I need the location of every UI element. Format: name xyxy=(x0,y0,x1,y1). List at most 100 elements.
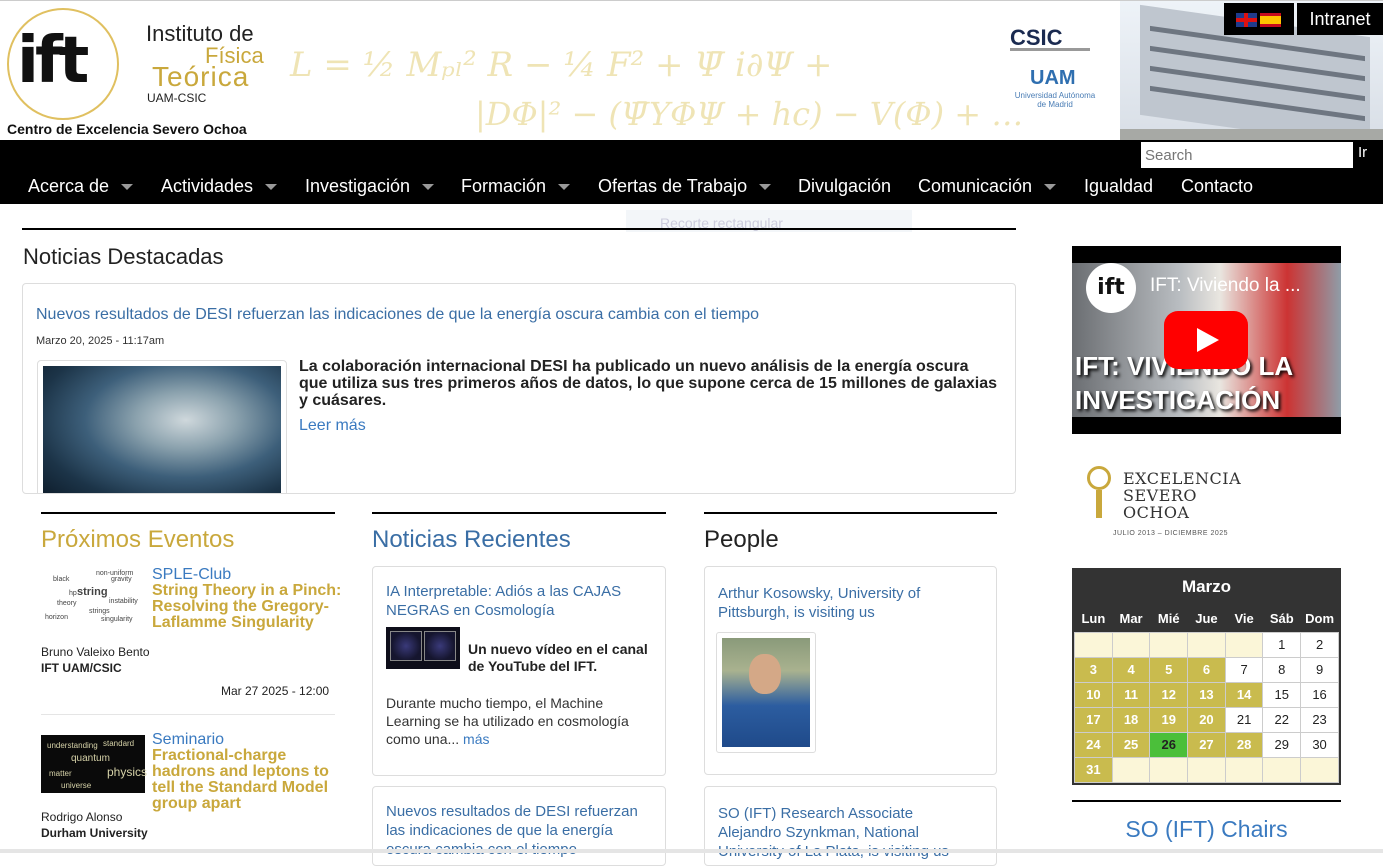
calendar-day[interactable]: 30 xyxy=(1300,731,1339,758)
severo-ochoa-seal-icon xyxy=(1085,464,1113,526)
upcoming-events-heading: Próximos Eventos xyxy=(41,526,235,553)
wordcloud-word: understanding xyxy=(47,741,98,750)
intranet-link[interactable]: Intranet xyxy=(1297,3,1383,35)
spain-flag-icon[interactable] xyxy=(1260,13,1281,27)
calendar-day[interactable]: 3 xyxy=(1074,656,1113,683)
calendar-day[interactable]: 2 xyxy=(1300,631,1339,658)
calendar-day[interactable]: 22 xyxy=(1262,706,1302,733)
nav-item-contacto[interactable]: Contacto xyxy=(1181,176,1253,197)
news-more-link[interactable]: más xyxy=(463,731,489,747)
calendar-day[interactable]: 16 xyxy=(1300,681,1339,708)
events-calendar: Marzo Lun Mar Mié Jue Vie Sáb Dom 1 2 3 4 5 6 7 8 9 10 1… xyxy=(1072,568,1341,785)
caret-down-icon xyxy=(265,184,278,191)
featured-news-image[interactable] xyxy=(37,360,287,493)
event-wordcloud-image[interactable]: understanding quantum physics matter uni… xyxy=(41,735,148,793)
wordcloud-word: universe xyxy=(61,781,92,790)
calendar-day[interactable]: 17 xyxy=(1074,706,1113,733)
person-photo[interactable] xyxy=(716,632,816,753)
wordcloud-word: standard xyxy=(103,739,135,748)
calendar-day[interactable]: 25 xyxy=(1111,731,1151,758)
calendar-day[interactable]: 13 xyxy=(1187,681,1226,708)
calendar-week: 17 18 19 20 21 22 23 xyxy=(1074,706,1339,733)
uam-logo[interactable]: UAM xyxy=(1030,67,1076,90)
nav-item-acerca-de[interactable]: Acerca de xyxy=(28,176,134,197)
calendar-day[interactable]: 4 xyxy=(1111,656,1151,683)
so-logo-line: EXCELENCIA xyxy=(1123,469,1242,488)
calendar-day[interactable]: 8 xyxy=(1262,656,1302,683)
calendar-weekday: Mar xyxy=(1119,611,1143,627)
read-more-link[interactable]: Leer más xyxy=(299,417,366,435)
nav-item-ofertas-de-trabajo[interactable]: Ofertas de Trabajo xyxy=(598,176,772,197)
thumbnail-panel xyxy=(390,631,422,661)
nav-item-label: Ofertas de Trabajo xyxy=(598,176,748,196)
calendar-day[interactable]: 18 xyxy=(1111,706,1151,733)
csic-logo-subline xyxy=(1010,48,1090,51)
calendar-day[interactable]: 27 xyxy=(1187,731,1226,758)
featured-news-title[interactable]: Nuevos resultados de DESI refuerzan las … xyxy=(36,306,759,324)
calendar-empty-cell xyxy=(1187,756,1226,783)
severo-ochoa-dates: JULIO 2013 – DICIEMBRE 2025 xyxy=(1113,530,1229,537)
calendar-day[interactable]: 28 xyxy=(1224,731,1264,758)
youtube-video-embed[interactable]: ift IFT: Viviendo la ... IFT: VIVIENDO L… xyxy=(1072,246,1341,434)
so-chairs-heading[interactable]: SO (IFT) Chairs xyxy=(1072,816,1341,843)
nav-item-igualdad[interactable]: Igualdad xyxy=(1084,176,1153,197)
play-button-icon[interactable] xyxy=(1164,311,1248,369)
calendar-day[interactable]: 1 xyxy=(1262,631,1302,658)
nav-item-formacion[interactable]: Formación xyxy=(461,176,571,197)
language-switcher xyxy=(1224,3,1294,35)
calendar-day[interactable]: 21 xyxy=(1224,706,1264,733)
calendar-day[interactable]: 10 xyxy=(1074,681,1113,708)
featured-news-heading: Noticias Destacadas xyxy=(23,244,224,269)
calendar-empty-cell xyxy=(1074,631,1113,658)
news-title-link[interactable]: IA Interpretable: Adiós a las CAJAS NEGR… xyxy=(386,582,646,620)
calendar-day[interactable]: 15 xyxy=(1262,681,1302,708)
calendar-day[interactable]: 23 xyxy=(1300,706,1339,733)
calendar-weekday: Vie xyxy=(1234,611,1254,627)
search-input[interactable] xyxy=(1141,142,1353,168)
calendar-weekday: Mié xyxy=(1157,611,1180,627)
people-title-link[interactable]: Arthur Kosowsky, University of Pittsburg… xyxy=(718,584,978,622)
nav-item-investigacion[interactable]: Investigación xyxy=(305,176,435,197)
nav-item-divulgacion[interactable]: Divulgación xyxy=(798,176,891,197)
recent-news-heading: Noticias Recientes xyxy=(372,526,571,553)
wordcloud-word: physics xyxy=(107,765,148,779)
wordcloud-word: instability xyxy=(109,598,138,605)
so-logo-line: SEVERO xyxy=(1123,486,1198,505)
calendar-day[interactable]: 31 xyxy=(1074,756,1113,783)
calendar-day[interactable]: 6 xyxy=(1187,656,1226,683)
wordcloud-word: singularity xyxy=(101,616,133,623)
news-body: Durante mucho tiempo, el Machine Learnin… xyxy=(386,694,656,748)
calendar-day[interactable]: 14 xyxy=(1224,681,1264,708)
wordcloud-word: string xyxy=(77,586,108,598)
event-title-link[interactable]: String Theory in a Pinch: Resolving the … xyxy=(152,583,342,631)
calendar-day[interactable]: 20 xyxy=(1187,706,1226,733)
calendar-month-title: Marzo xyxy=(1181,577,1232,596)
news-thumbnail[interactable] xyxy=(386,627,460,669)
featured-news-date: Marzo 20, 2025 - 11:17am xyxy=(36,335,165,347)
caret-down-icon xyxy=(1044,184,1057,191)
calendar-empty-cell xyxy=(1224,756,1264,783)
nav-item-actividades[interactable]: Actividades xyxy=(161,176,278,197)
calendar-day[interactable]: 7 xyxy=(1224,656,1264,683)
calendar-weekday: Sáb xyxy=(1269,611,1294,627)
section-divider xyxy=(22,228,1016,230)
event-title-link[interactable]: Fractional-charge hadrons and leptons to… xyxy=(152,748,342,812)
calendar-day[interactable]: 26 xyxy=(1149,731,1189,758)
severo-ochoa-logo[interactable]: EXCELENCIA SEVERO OCHOA JULIO 2013 – DIC… xyxy=(1085,462,1245,542)
featured-news-summary: La colaboración internacional DESI ha pu… xyxy=(299,358,998,409)
calendar-day[interactable]: 5 xyxy=(1149,656,1189,683)
wordcloud-word: theory xyxy=(57,600,77,607)
calendar-day[interactable]: 9 xyxy=(1300,656,1339,683)
ift-logo[interactable]: ift xyxy=(7,8,119,120)
event-wordcloud-image[interactable]: black string theory strings hp gravity n… xyxy=(41,568,145,626)
calendar-week: 31 xyxy=(1074,756,1339,783)
calendar-day[interactable]: 11 xyxy=(1111,681,1151,708)
calendar-day[interactable]: 24 xyxy=(1074,731,1113,758)
calendar-day[interactable]: 29 xyxy=(1262,731,1302,758)
calendar-day[interactable]: 12 xyxy=(1149,681,1189,708)
uk-flag-icon[interactable] xyxy=(1236,13,1257,27)
calendar-day[interactable]: 19 xyxy=(1149,706,1189,733)
search-button[interactable]: Ir xyxy=(1358,144,1367,161)
calendar-empty-cell xyxy=(1262,756,1302,783)
nav-item-comunicacion[interactable]: Comunicación xyxy=(918,176,1057,197)
